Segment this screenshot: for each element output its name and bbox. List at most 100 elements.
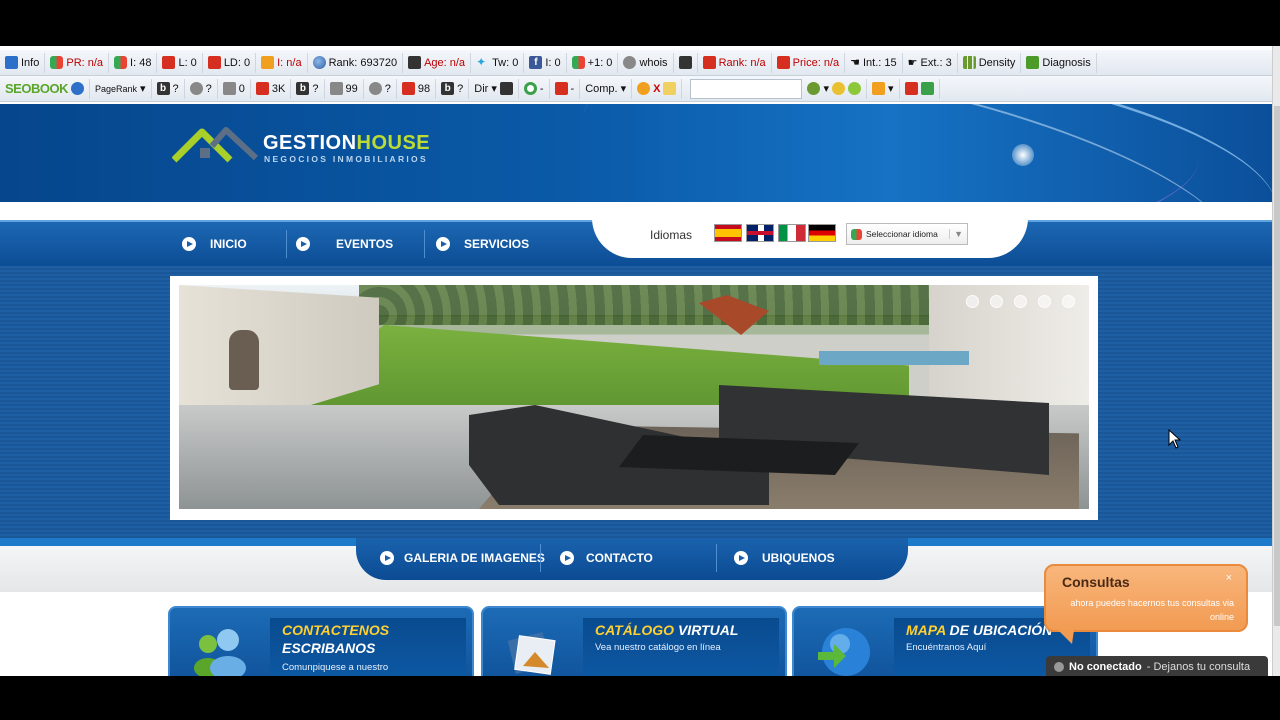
- flag-spain-icon[interactable]: [714, 224, 742, 242]
- eye-icon: [807, 82, 821, 95]
- chat-popup-tail: [1058, 630, 1074, 644]
- x-icon: X: [653, 82, 661, 95]
- site-logo[interactable]: GESTIONHOUSE NEGOCIOS INMOBILIARIOS: [172, 124, 472, 168]
- nav-item-inicio[interactable]: INICIO: [182, 222, 247, 266]
- chat-message: ahora puedes hacernos tus consultas via …: [1070, 598, 1234, 622]
- internal-links-metric[interactable]: ☚ Int.: 15: [845, 52, 903, 73]
- card-contactenos[interactable]: CONTACTENOS ESCRIBANOS Comunpiquese a nu…: [168, 606, 474, 676]
- seobook-logo[interactable]: SEOBOOK: [0, 78, 90, 99]
- photo-album-icon: [507, 632, 556, 675]
- slider-dot[interactable]: [966, 295, 979, 308]
- extra-tools[interactable]: ▾: [802, 78, 867, 99]
- cache-metric[interactable]: ?: [185, 78, 218, 99]
- slider-dot[interactable]: [1062, 295, 1075, 308]
- semrush-rank-metric[interactable]: Rank: n/a: [698, 52, 772, 73]
- alexa-rank-metric[interactable]: Rank: 693720: [308, 52, 404, 73]
- flag-italy-icon[interactable]: [778, 224, 806, 242]
- dmoz-metric[interactable]: 0: [218, 78, 251, 99]
- bing-metric[interactable]: b?: [152, 78, 185, 99]
- card-title-rest: VIRTUAL: [674, 622, 739, 638]
- twitter-metric[interactable]: ✦ Tw: 0: [471, 52, 525, 73]
- nav-item-ubiquenos[interactable]: UBIQUENOS: [734, 538, 835, 578]
- yahoo-metric[interactable]: -: [550, 78, 581, 99]
- circle-metric[interactable]: -: [519, 78, 550, 99]
- card-description: Comunpiquese a nuestro: [282, 662, 389, 673]
- flag-uk-icon[interactable]: [746, 224, 774, 242]
- nav-divider: [424, 230, 425, 258]
- diagnosis-button[interactable]: Diagnosis: [1021, 52, 1097, 73]
- google-icon: [114, 56, 128, 69]
- pagerank-dropdown[interactable]: PageRank ▾: [90, 78, 152, 99]
- directory-dropdown[interactable]: Dir ▾: [469, 78, 519, 99]
- image-slider[interactable]: [170, 276, 1098, 520]
- google-index-metric[interactable]: I: 48: [109, 52, 158, 73]
- toolbar-search-input[interactable]: [690, 78, 803, 99]
- source-button[interactable]: [674, 52, 698, 73]
- grid-metric[interactable]: 99: [325, 78, 364, 99]
- info-icon: [70, 82, 84, 95]
- card-text-panel: CONTACTENOS ESCRIBANOS Comunpiquese a nu…: [270, 618, 466, 676]
- directory-icon: [222, 82, 236, 95]
- majestic-metric-2[interactable]: 98: [397, 78, 437, 99]
- scrollbar-thumb[interactable]: [1274, 106, 1280, 626]
- chevron-down-icon: ▾: [823, 83, 829, 95]
- majestic-icon: [401, 82, 415, 95]
- chat-status-action: - Dejanos tu consulta: [1146, 661, 1251, 673]
- chat-popup[interactable]: Consultas × ahora puedes hacernos tus co…: [1044, 564, 1248, 632]
- letterbox-top: [0, 0, 1280, 46]
- pagerank-metric[interactable]: PR: n/a: [45, 52, 110, 73]
- age-metric[interactable]: Age: n/a: [403, 52, 472, 73]
- rss-dropdown[interactable]: ▾: [867, 78, 900, 99]
- slider-dot[interactable]: [1038, 295, 1051, 308]
- slider-dot[interactable]: [1014, 295, 1027, 308]
- b-icon: b: [441, 82, 455, 95]
- flag-germany-icon[interactable]: [808, 224, 836, 242]
- links-metric[interactable]: L: 0: [157, 52, 203, 73]
- majestic-metric[interactable]: 3K: [251, 78, 292, 99]
- globe-icon: [312, 56, 326, 69]
- card-catalogo[interactable]: CATÁLOGO VIRTUAL Vea nuestro catálogo en…: [481, 606, 787, 676]
- nav-divider: [716, 544, 717, 572]
- nav-item-contacto[interactable]: CONTACTO: [560, 538, 653, 578]
- spider-icon: [637, 82, 651, 95]
- language-select[interactable]: Seleccionar idioma ▼: [846, 223, 968, 245]
- grid-icon: [329, 82, 343, 95]
- google-icon: [50, 56, 64, 69]
- slider-dot[interactable]: [990, 295, 1003, 308]
- semrush-icon: [702, 56, 716, 69]
- b-metric-2[interactable]: b?: [291, 78, 325, 99]
- chat-status-bar[interactable]: No conectado - Dejanos tu consulta: [1046, 656, 1268, 676]
- chat-close-button[interactable]: ×: [1226, 572, 1232, 584]
- card-title-accent: CATÁLOGO: [595, 622, 675, 638]
- settings-tools[interactable]: [900, 78, 940, 99]
- slider-photo-living-room: [179, 285, 1089, 509]
- external-links-metric[interactable]: ☛ Ext.: 3: [903, 52, 958, 73]
- facebook-metric[interactable]: f I: 0: [524, 52, 567, 73]
- nav-item-galeria[interactable]: GALERIA DE IMAGENES: [380, 538, 545, 578]
- letterbox-bottom: [0, 676, 1280, 720]
- google-plus-icon: [571, 56, 585, 69]
- leaf-icon: [848, 82, 861, 95]
- yahoo-icon: [554, 82, 568, 95]
- ld-metric[interactable]: LD: 0: [203, 52, 257, 73]
- photo-trees: [359, 285, 959, 325]
- house-logo-icon: [172, 127, 259, 163]
- browser-viewport: Info PR: n/a I: 48 L: 0 LD: 0 I: n/a Ran…: [0, 46, 1280, 676]
- nav-item-servicios[interactable]: SERVICIOS: [436, 222, 529, 266]
- density-button[interactable]: Density: [958, 52, 1022, 73]
- whois-button[interactable]: whois: [618, 52, 674, 73]
- b-metric-3[interactable]: b?: [436, 78, 470, 99]
- bing-index-metric[interactable]: I: n/a: [256, 52, 308, 73]
- tools-group[interactable]: X: [632, 78, 683, 99]
- card-title: CONTACTENOS: [282, 622, 390, 638]
- languages-label: Idiomas: [650, 228, 693, 242]
- circle-icon: [523, 82, 537, 95]
- compare-dropdown[interactable]: Comp. ▾: [580, 78, 633, 99]
- vertical-scrollbar[interactable]: [1272, 46, 1280, 676]
- nav-item-eventos[interactable]: EVENTOS: [296, 222, 393, 266]
- info-button[interactable]: Info: [0, 52, 46, 73]
- cache-metric-2[interactable]: ?: [364, 78, 397, 99]
- twitter-icon: ✦: [476, 55, 487, 69]
- price-metric[interactable]: Price: n/a: [772, 52, 846, 73]
- gplus-metric[interactable]: +1: 0: [567, 52, 619, 73]
